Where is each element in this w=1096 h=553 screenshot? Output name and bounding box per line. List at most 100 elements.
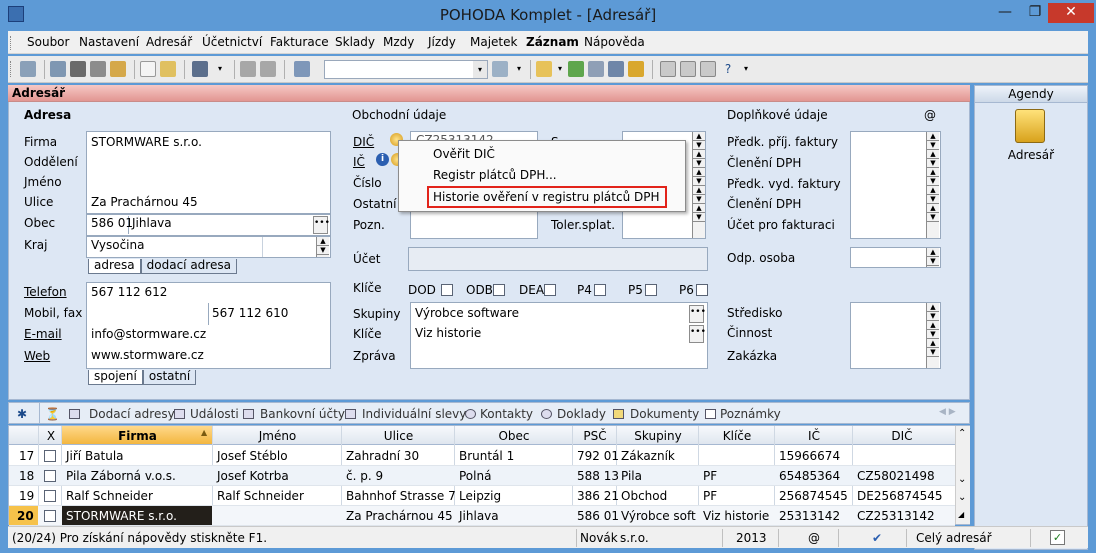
dropdown-arrow-icon[interactable]: ▾ xyxy=(511,61,527,77)
kraj-spin-button[interactable]: ▲ ▼ xyxy=(316,237,329,257)
col-klice[interactable]: Klíče xyxy=(699,429,775,443)
menu-jizdy[interactable]: Jízdy xyxy=(428,35,456,49)
tab-udalosti[interactable]: Události xyxy=(190,407,239,421)
tab-ostatni[interactable]: ostatní xyxy=(142,370,197,385)
help-pointer-icon[interactable]: ? xyxy=(720,61,736,77)
menu-fakturace[interactable]: Fakturace xyxy=(270,35,329,49)
table-row[interactable]: 18 Pila Záborná v.o.s. Josef Kotrba č. p… xyxy=(9,466,955,486)
tab-dodaci-adresy[interactable]: Dodací adresy xyxy=(89,407,175,421)
flag-dod-checkbox[interactable] xyxy=(441,284,453,296)
filter-combo[interactable]: ▾ xyxy=(324,60,488,79)
payment-terms-spin[interactable]: ▲ ▼ ▲ ▼ ▲ ▼ ▲ ▼ ▲ ▼ xyxy=(692,132,705,238)
new-record-icon[interactable] xyxy=(140,61,156,77)
calculator-icon[interactable] xyxy=(588,61,604,77)
row-checkbox[interactable] xyxy=(44,470,56,482)
filter-icon[interactable]: ⏳ xyxy=(45,407,60,421)
col-ulice[interactable]: Ulice xyxy=(342,429,455,443)
table-icon[interactable] xyxy=(608,61,624,77)
agenda-item-adresar[interactable]: Adresář xyxy=(975,148,1087,162)
label-email[interactable]: E-mail xyxy=(24,327,62,341)
restore-button[interactable]: ❐ xyxy=(1022,3,1048,23)
exit-icon[interactable] xyxy=(20,61,36,77)
odp-osoba-spin[interactable]: ▲ ▼ xyxy=(926,248,939,267)
dropdown-arrow-icon[interactable]: ▾ xyxy=(212,61,228,77)
col-psc[interactable]: PSČ xyxy=(573,429,617,443)
skupiny-lookup-button[interactable]: ••• xyxy=(689,305,706,323)
col-firma[interactable]: Firma xyxy=(62,429,213,443)
label-ic[interactable]: IČ xyxy=(353,155,365,169)
tab-dodaci-adresa[interactable]: dodací adresa xyxy=(140,259,237,274)
tab-doklady[interactable]: Doklady xyxy=(557,407,606,421)
col-dic[interactable]: DIČ xyxy=(853,429,951,443)
flag-p5-checkbox[interactable] xyxy=(645,284,657,296)
row-checkbox[interactable] xyxy=(44,450,56,462)
table-row[interactable]: 17 Jiří Batula Josef Stéblo Zahradní 30 … xyxy=(9,446,955,466)
close-button[interactable]: ✕ xyxy=(1048,3,1094,23)
print-preview-icon[interactable] xyxy=(90,61,106,77)
save-disabled-icon[interactable] xyxy=(260,61,276,77)
chevron-down-icon[interactable]: ▾ xyxy=(473,61,487,78)
menu-item-overit-dic[interactable]: Ověřit DIČ xyxy=(433,147,495,161)
menu-nastaveni[interactable]: Nastavení xyxy=(79,35,139,49)
flag-p4-checkbox[interactable] xyxy=(594,284,606,296)
menu-adresar[interactable]: Adresář xyxy=(146,35,192,49)
print-icon[interactable] xyxy=(70,61,86,77)
menu-item-historie-overeni[interactable]: Historie ověření v registru plátců DPH xyxy=(433,190,660,204)
tab-spojeni[interactable]: spojení xyxy=(88,370,143,385)
save-icon[interactable] xyxy=(240,61,256,77)
dropdown-arrow-icon[interactable]: ▾ xyxy=(738,61,754,77)
col-skupiny[interactable]: Skupiny xyxy=(617,429,699,443)
menu-item-registr-platcu[interactable]: Registr plátců DPH... xyxy=(433,168,557,182)
flag-odb-checkbox[interactable] xyxy=(493,284,505,296)
menu-soubor[interactable]: Soubor xyxy=(27,35,69,49)
folder-icon[interactable] xyxy=(536,61,552,77)
menu-mzdy[interactable]: Mzdy xyxy=(383,35,414,49)
table-vertical-scrollbar[interactable]: ⌃ ⌄ ⌄ ◢ xyxy=(955,426,970,524)
monitor-icon[interactable] xyxy=(660,61,676,77)
col-x[interactable]: X xyxy=(39,429,63,443)
message-icon[interactable] xyxy=(700,61,716,77)
menu-majetek[interactable]: Majetek xyxy=(470,35,517,49)
table-row[interactable]: 19 Ralf Schneider Ralf Schneider Bahnhof… xyxy=(9,486,955,506)
tab-bankovni-ucty[interactable]: Bankovní účty xyxy=(260,407,345,421)
klice-lookup-button[interactable]: ••• xyxy=(689,325,706,343)
address-book-icon[interactable] xyxy=(1015,109,1045,143)
tab-poznamky[interactable]: Poznámky xyxy=(720,407,781,421)
label-dic[interactable]: DIČ xyxy=(353,135,374,149)
label-web[interactable]: Web xyxy=(24,349,50,363)
reports-icon[interactable] xyxy=(110,61,126,77)
label-telefon[interactable]: Telefon xyxy=(24,285,67,299)
clipboard-icon[interactable] xyxy=(294,61,310,77)
flag-dea-checkbox[interactable] xyxy=(544,284,556,296)
back-arrow-icon[interactable] xyxy=(192,61,208,77)
menu-sklady[interactable]: Sklady xyxy=(335,35,375,49)
copy-record-icon[interactable] xyxy=(50,61,66,77)
edit-record-icon[interactable] xyxy=(160,61,176,77)
flag-p6-checkbox[interactable] xyxy=(696,284,708,296)
tab-dokumenty[interactable]: Dokumenty xyxy=(630,407,699,421)
tab-kontakty[interactable]: Kontakty xyxy=(480,407,533,421)
money-icon[interactable] xyxy=(568,61,584,77)
document-icon[interactable] xyxy=(680,61,696,77)
menu-zaznam[interactable]: Záznam xyxy=(526,35,579,49)
table-row-selected[interactable]: 20 STORMWARE s.r.o. Za Prachárnou 45 Jih… xyxy=(9,506,955,526)
tab-individualni-slevy[interactable]: Individuální slevy xyxy=(362,407,466,421)
menu-napoveda[interactable]: Nápověda xyxy=(584,35,645,49)
menu-ucetnictvi[interactable]: Účetnictví xyxy=(202,35,262,49)
resize-grip-icon[interactable]: ◢ xyxy=(958,510,964,519)
scroll-up-icon[interactable]: ⌃ xyxy=(958,428,966,439)
col-obec[interactable]: Obec xyxy=(455,429,573,443)
col-jmeno[interactable]: Jméno xyxy=(213,429,342,443)
row-checkbox[interactable] xyxy=(44,510,56,522)
filter-icon[interactable] xyxy=(492,61,508,77)
minimize-button[interactable]: — xyxy=(990,3,1020,23)
scroll-down-icon[interactable]: ⌄ xyxy=(958,474,966,485)
scroll-bottom-icon[interactable]: ⌄ xyxy=(958,492,966,503)
tab-adresa[interactable]: adresa xyxy=(88,259,141,274)
col-ic[interactable]: IČ xyxy=(775,429,853,443)
obec-lookup-button[interactable]: ••• xyxy=(313,216,330,234)
dropdown-arrow-icon[interactable]: ▾ xyxy=(552,61,568,77)
cost-center-spin[interactable]: ▲ ▼ ▲ ▼ ▲ ▼ xyxy=(926,303,939,368)
row-checkbox[interactable] xyxy=(44,490,56,502)
star-icon[interactable]: ✱ xyxy=(17,407,27,421)
